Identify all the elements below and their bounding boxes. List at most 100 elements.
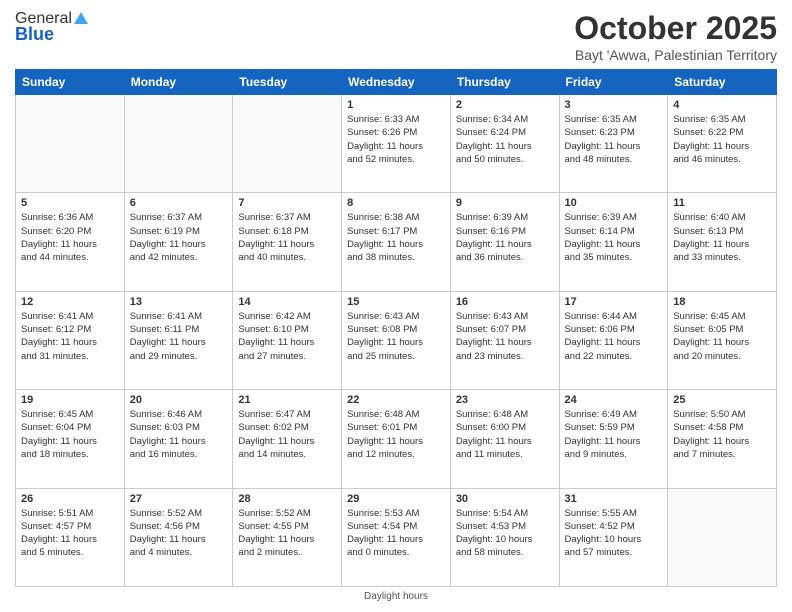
day-info: Sunrise: 6:46 AM Sunset: 6:03 PM Dayligh… [130,408,228,461]
day-number: 25 [673,394,771,406]
calendar-title: October 2025 [574,10,777,47]
table-row: 18 Sunrise: 6:45 AM Sunset: 6:05 PM Dayli… [668,291,777,389]
day-number: 19 [21,394,119,406]
table-row [233,95,342,193]
table-row: 10 Sunrise: 6:39 AM Sunset: 6:14 PM Dayli… [559,193,668,291]
day-number: 21 [238,394,336,406]
day-info: Sunrise: 6:36 AM Sunset: 6:20 PM Dayligh… [21,211,119,264]
table-row: 16 Sunrise: 6:43 AM Sunset: 6:07 PM Dayli… [450,291,559,389]
day-info: Sunrise: 6:47 AM Sunset: 6:02 PM Dayligh… [238,408,336,461]
col-friday: Friday [559,70,668,95]
calendar-week-row: 26 Sunrise: 5:51 AM Sunset: 4:57 PM Dayli… [16,488,777,586]
day-number: 20 [130,394,228,406]
table-row: 3 Sunrise: 6:35 AM Sunset: 6:23 PM Daylig… [559,95,668,193]
table-row: 12Sunrise: 6:41 AM Sunset: 6:12 PM Dayli… [16,291,125,389]
day-number: 23 [456,394,554,406]
col-tuesday: Tuesday [233,70,342,95]
table-row: 21 Sunrise: 6:47 AM Sunset: 6:02 PM Dayli… [233,390,342,488]
day-number: 6 [130,197,228,209]
day-number: 18 [673,296,771,308]
col-wednesday: Wednesday [342,70,451,95]
day-info: Sunrise: 6:38 AM Sunset: 6:17 PM Dayligh… [347,211,445,264]
day-number: 27 [130,493,228,505]
table-row: 23Sunrise: 6:48 AM Sunset: 6:00 PM Dayli… [450,390,559,488]
day-number: 17 [565,296,663,308]
table-row: 6 Sunrise: 6:37 AM Sunset: 6:19 PM Daylig… [124,193,233,291]
day-info: Sunrise: 6:33 AM Sunset: 6:26 PM Dayligh… [347,113,445,166]
table-row: 11 Sunrise: 6:40 AM Sunset: 6:13 PM Dayli… [668,193,777,291]
day-info: Sunrise: 6:35 AM Sunset: 6:23 PM Dayligh… [565,113,663,166]
calendar-week-row: 1 Sunrise: 6:33 AM Sunset: 6:26 PM Daylig… [16,95,777,193]
table-row: 30 Sunrise: 5:54 AM Sunset: 4:53 PM Dayli… [450,488,559,586]
table-row [16,95,125,193]
day-info: Sunrise: 5:52 AM Sunset: 4:56 PM Dayligh… [130,507,228,560]
table-row: 17Sunrise: 6:44 AM Sunset: 6:06 PM Dayli… [559,291,668,389]
day-number: 15 [347,296,445,308]
col-saturday: Saturday [668,70,777,95]
day-info: Sunrise: 6:39 AM Sunset: 6:14 PM Dayligh… [565,211,663,264]
day-number: 5 [21,197,119,209]
table-row: 8 Sunrise: 6:38 AM Sunset: 6:17 PM Daylig… [342,193,451,291]
day-info: Sunrise: 6:41 AM Sunset: 6:11 PM Dayligh… [130,310,228,363]
table-row: 2 Sunrise: 6:34 AM Sunset: 6:24 PM Daylig… [450,95,559,193]
table-row: 20 Sunrise: 6:46 AM Sunset: 6:03 PM Dayli… [124,390,233,488]
calendar-week-row: 5 Sunrise: 6:36 AM Sunset: 6:20 PM Daylig… [16,193,777,291]
day-number: 11 [673,197,771,209]
day-number: 2 [456,99,554,111]
daylight-hours-label: Daylight hours [364,591,428,602]
day-number: 3 [565,99,663,111]
footer-note: Daylight hours [15,591,777,602]
table-row: 13 Sunrise: 6:41 AM Sunset: 6:11 PM Dayli… [124,291,233,389]
table-row: 22Sunrise: 6:48 AM Sunset: 6:01 PM Dayli… [342,390,451,488]
day-info: Sunrise: 5:53 AM Sunset: 4:54 PM Dayligh… [347,507,445,560]
page: General Blue October 2025 Bayt 'Awwa, Pa… [0,0,792,612]
table-row: 15 Sunrise: 6:43 AM Sunset: 6:08 PM Dayli… [342,291,451,389]
calendar-table: Sunday Monday Tuesday Wednesday Thursday… [15,69,777,587]
day-info: Sunrise: 6:39 AM Sunset: 6:16 PM Dayligh… [456,211,554,264]
day-number: 8 [347,197,445,209]
table-row [668,488,777,586]
day-info: Sunrise: 5:50 AM Sunset: 4:58 PM Dayligh… [673,408,771,461]
day-info: Sunrise: 6:43 AM Sunset: 6:07 PM Dayligh… [456,310,554,363]
day-number: 26 [21,493,119,505]
day-info: Sunrise: 6:35 AM Sunset: 6:22 PM Dayligh… [673,113,771,166]
table-row: 19 Sunrise: 6:45 AM Sunset: 6:04 PM Dayli… [16,390,125,488]
day-info: Sunrise: 6:37 AM Sunset: 6:18 PM Dayligh… [238,211,336,264]
table-row: 7 Sunrise: 6:37 AM Sunset: 6:18 PM Daylig… [233,193,342,291]
day-info: Sunrise: 6:48 AM Sunset: 6:01 PM Dayligh… [347,408,445,461]
day-info: Sunrise: 6:49 AM Sunset: 5:59 PM Dayligh… [565,408,663,461]
logo-blue-text: Blue [15,24,54,45]
calendar-header-row: Sunday Monday Tuesday Wednesday Thursday… [16,70,777,95]
table-row: 31Sunrise: 5:55 AM Sunset: 4:52 PM Dayli… [559,488,668,586]
logo: General Blue [15,10,88,45]
day-info: Sunrise: 5:51 AM Sunset: 4:57 PM Dayligh… [21,507,119,560]
table-row [124,95,233,193]
table-row: 29Sunrise: 5:53 AM Sunset: 4:54 PM Dayli… [342,488,451,586]
day-number: 7 [238,197,336,209]
table-row: 1 Sunrise: 6:33 AM Sunset: 6:26 PM Daylig… [342,95,451,193]
day-number: 10 [565,197,663,209]
day-info: Sunrise: 6:37 AM Sunset: 6:19 PM Dayligh… [130,211,228,264]
day-number: 1 [347,99,445,111]
day-number: 14 [238,296,336,308]
day-number: 30 [456,493,554,505]
header: General Blue October 2025 Bayt 'Awwa, Pa… [15,10,777,63]
day-number: 13 [130,296,228,308]
day-info: Sunrise: 5:54 AM Sunset: 4:53 PM Dayligh… [456,507,554,560]
day-info: Sunrise: 6:34 AM Sunset: 6:24 PM Dayligh… [456,113,554,166]
table-row: 27 Sunrise: 5:52 AM Sunset: 4:56 PM Dayli… [124,488,233,586]
day-info: Sunrise: 6:43 AM Sunset: 6:08 PM Dayligh… [347,310,445,363]
day-number: 28 [238,493,336,505]
table-row: 14 Sunrise: 6:42 AM Sunset: 6:10 PM Dayli… [233,291,342,389]
day-info: Sunrise: 6:45 AM Sunset: 6:04 PM Dayligh… [21,408,119,461]
day-number: 4 [673,99,771,111]
day-info: Sunrise: 6:42 AM Sunset: 6:10 PM Dayligh… [238,310,336,363]
day-info: Sunrise: 6:40 AM Sunset: 6:13 PM Dayligh… [673,211,771,264]
day-info: Sunrise: 5:55 AM Sunset: 4:52 PM Dayligh… [565,507,663,560]
calendar-subtitle: Bayt 'Awwa, Palestinian Territory [574,47,777,63]
table-row: 9Sunrise: 6:39 AM Sunset: 6:16 PM Daylig… [450,193,559,291]
calendar-week-row: 19 Sunrise: 6:45 AM Sunset: 6:04 PM Dayli… [16,390,777,488]
day-number: 16 [456,296,554,308]
day-info: Sunrise: 6:41 AM Sunset: 6:12 PM Dayligh… [21,310,119,363]
day-info: Sunrise: 6:45 AM Sunset: 6:05 PM Dayligh… [673,310,771,363]
